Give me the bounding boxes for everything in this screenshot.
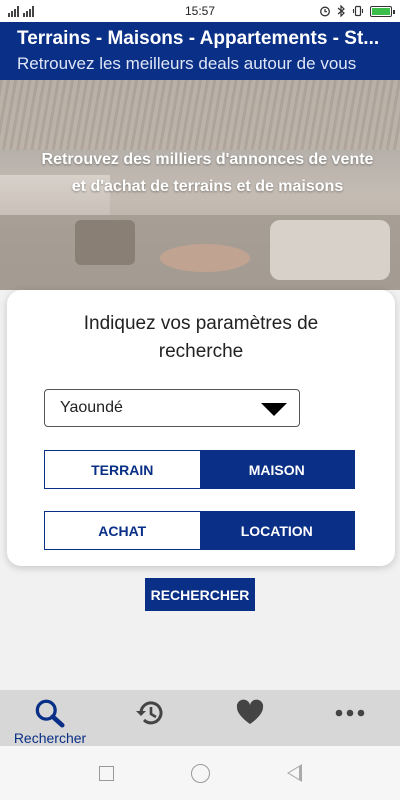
history-icon: [136, 701, 163, 725]
tab-favorites[interactable]: [200, 690, 300, 746]
dropdown-arrow-icon: [261, 403, 287, 416]
tab-more[interactable]: [300, 690, 400, 746]
battery-icon: [370, 5, 395, 17]
status-right: [319, 5, 395, 17]
hero-banner: Retrouvez des milliers d'annonces de ven…: [0, 80, 400, 290]
city-select[interactable]: Yaoundé: [44, 389, 300, 427]
bluetooth-icon: [337, 5, 345, 17]
search-button[interactable]: RECHERCHER: [145, 578, 255, 611]
search-card-title: Indiquez vos paramètres de recherche: [83, 313, 319, 362]
location-option[interactable]: LOCATION: [199, 512, 354, 549]
app-subtitle: Retrouvez les meilleurs deals autour de …: [17, 54, 357, 73]
hero-text: Retrouvez des milliers d'annonces de ven…: [41, 151, 374, 195]
signal-icon-2: [23, 5, 34, 17]
more-icon: [335, 709, 365, 717]
search-icon: [35, 699, 65, 728]
status-left: [8, 5, 34, 17]
property-type-toggle: TERRAIN MAISON: [44, 450, 355, 489]
app-title: Terrains - Maisons - Appartements - St..…: [17, 28, 380, 49]
tab-history[interactable]: [100, 690, 200, 746]
tab-rechercher-label: Rechercher: [13, 730, 87, 746]
system-nav-bar: [0, 746, 400, 800]
tab-rechercher[interactable]: Rechercher: [0, 690, 100, 746]
heart-icon: [236, 699, 264, 724]
home-icon[interactable]: [190, 763, 210, 783]
transaction-type-toggle: ACHAT LOCATION: [44, 511, 355, 550]
bottom-tab-bar: Rechercher: [0, 690, 400, 746]
recent-apps-icon[interactable]: [98, 765, 114, 781]
search-card: Indiquez vos paramètres de recherche Yao…: [7, 290, 395, 566]
status-bar: 15:57: [0, 0, 400, 22]
achat-option[interactable]: ACHAT: [45, 512, 200, 549]
app-header: Terrains - Maisons - Appartements - St..…: [0, 22, 400, 80]
maison-option[interactable]: MAISON: [199, 451, 354, 488]
back-icon[interactable]: [286, 764, 302, 782]
vibrate-icon: [352, 5, 364, 17]
terrain-option[interactable]: TERRAIN: [45, 451, 200, 488]
signal-icon: [8, 5, 19, 17]
alarm-icon: [320, 6, 330, 17]
city-select-value: Yaoundé: [60, 399, 123, 416]
